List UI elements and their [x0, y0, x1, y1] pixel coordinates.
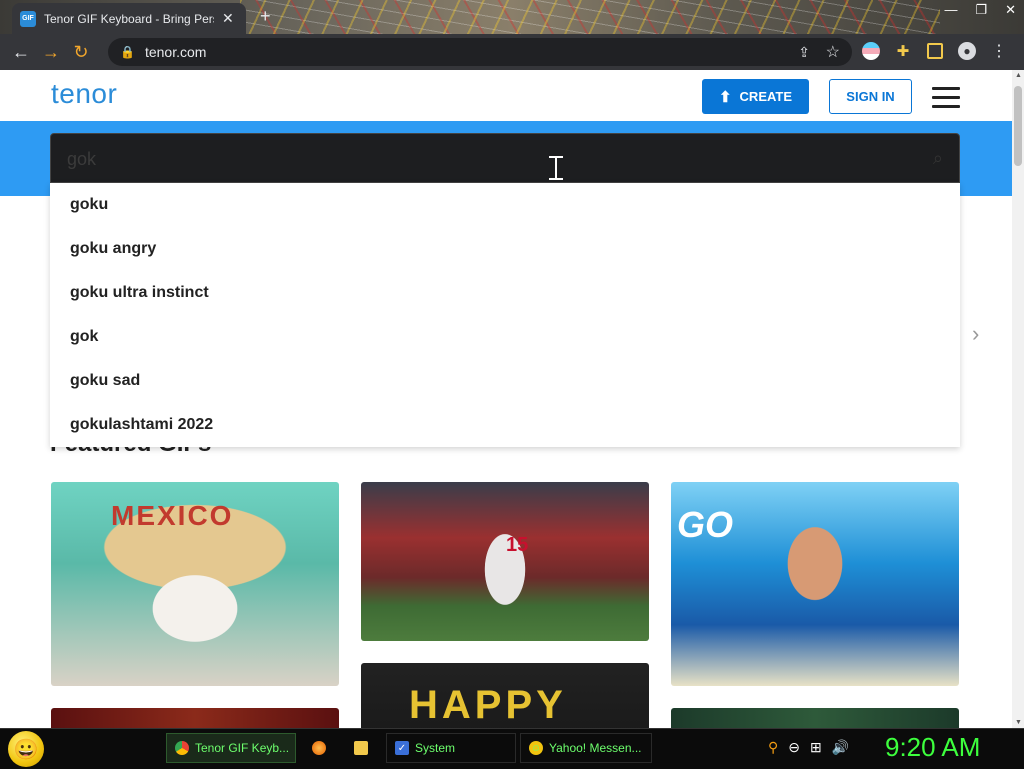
scrollbar-thumb[interactable]: [1014, 86, 1022, 166]
taskbar-item-chrome[interactable]: Tenor GIF Keyb...: [166, 733, 296, 763]
forward-icon[interactable]: →: [36, 42, 66, 63]
suggestion-item[interactable]: goku ultra instinct: [50, 271, 960, 315]
search-box[interactable]: ⌕: [50, 133, 960, 183]
gif-tile[interactable]: [671, 708, 959, 728]
lock-icon[interactable]: 🔒: [120, 45, 135, 59]
system-icon: ✓: [395, 741, 409, 755]
taskbar-item-system[interactable]: ✓ System: [386, 733, 516, 763]
scroll-up-icon[interactable]: ▲: [1015, 72, 1022, 79]
folder-icon: [354, 741, 368, 755]
scroll-down-icon[interactable]: ▼: [1015, 719, 1022, 726]
taskbar-item-label: Tenor GIF Keyb...: [195, 741, 290, 755]
taskbar-item-label: System: [415, 741, 456, 755]
minimize-icon[interactable]: —: [944, 2, 957, 18]
restore-icon[interactable]: ❐: [975, 2, 987, 18]
volume-icon[interactable]: 🔊: [832, 739, 849, 756]
taskbar-clock[interactable]: 9:20 AM: [885, 732, 980, 763]
search-icon[interactable]: ⌕: [933, 148, 943, 169]
upload-icon: ⬆: [718, 88, 732, 106]
web-page: tenor ⬆ CREATE SIGN IN ⌕ goku goku angry…: [0, 70, 1012, 728]
gif-tile[interactable]: [51, 708, 339, 728]
window-close-icon[interactable]: ✕: [1005, 2, 1016, 18]
tab-close-icon[interactable]: ✕: [222, 10, 234, 27]
suggestion-item[interactable]: gok: [50, 315, 960, 359]
taskbar-item-firefox[interactable]: [306, 733, 338, 763]
gif-text: HAPPY: [409, 683, 567, 727]
puzzle-icon[interactable]: ✚: [894, 42, 912, 60]
gif-text: GO: [677, 504, 734, 545]
suggestion-item[interactable]: goku sad: [50, 359, 960, 403]
tab-title: Tenor GIF Keyboard - Bring Personality: [44, 11, 214, 26]
autocomplete-dropdown: goku goku angry goku ultra instinct gok …: [50, 183, 960, 447]
tenor-logo[interactable]: tenor: [51, 78, 117, 110]
create-label: CREATE: [739, 89, 793, 104]
minus-circle-icon[interactable]: ⊖: [788, 739, 800, 756]
create-button[interactable]: ⬆ CREATE: [702, 79, 809, 114]
text-cursor-icon: [547, 156, 565, 180]
browser-tab[interactable]: GIF Tenor GIF Keyboard - Bring Personali…: [12, 3, 246, 34]
chrome-icon: [175, 741, 189, 755]
suggestion-item[interactable]: goku: [50, 183, 960, 227]
browser-toolbar: ← → ↻ 🔒 tenor.com ⇪ ☆ ✚ ● ⋮: [0, 34, 1024, 70]
search-icon[interactable]: ⚲: [768, 739, 778, 756]
system-tray: ⚲ ⊖ ⊞ 🔊: [768, 739, 849, 756]
extension-area: ✚ ● ⋮: [862, 42, 1008, 60]
os-taskbar: 😀 Tenor GIF Keyb... ✓ System ☺ Yahoo! Me…: [0, 728, 1024, 769]
chevron-right-icon[interactable]: ›: [972, 321, 979, 347]
window-controls: — ❐ ✕: [944, 2, 1016, 18]
taskbar-item-label: Yahoo! Messen...: [549, 741, 642, 755]
sign-in-button[interactable]: SIGN IN: [829, 79, 912, 114]
browser-tab-strip: GIF Tenor GIF Keyboard - Bring Personali…: [0, 0, 1024, 34]
network-icon[interactable]: ⊞: [810, 739, 822, 756]
gif-tile-football-player[interactable]: 15: [361, 482, 649, 641]
taskbar-item-yahoo-messenger[interactable]: ☺ Yahoo! Messen...: [520, 733, 652, 763]
suggestion-item[interactable]: gokulashtami 2022: [50, 403, 960, 447]
tenor-favicon-icon: GIF: [20, 10, 36, 27]
extension-flag-icon[interactable]: [862, 42, 880, 60]
search-input[interactable]: [65, 144, 889, 174]
back-icon[interactable]: ←: [6, 42, 36, 63]
gif-tile-dog-sombrero[interactable]: MEXICO: [51, 482, 339, 686]
star-icon[interactable]: ☆: [826, 42, 840, 62]
yahoo-smiley-icon: ☺: [529, 741, 543, 755]
gif-text: 15: [506, 534, 529, 556]
profile-icon[interactable]: ●: [958, 42, 976, 60]
hamburger-menu-icon[interactable]: [932, 87, 960, 114]
reload-icon[interactable]: ↻: [66, 42, 96, 63]
address-bar[interactable]: 🔒 tenor.com ⇪ ☆: [108, 38, 852, 66]
suggestion-item[interactable]: goku angry: [50, 227, 960, 271]
gif-text: MEXICO: [111, 500, 234, 531]
gif-tile-man-microphone[interactable]: GO: [671, 482, 959, 686]
page-scrollbar[interactable]: ▲ ▼: [1012, 70, 1024, 728]
start-button-smiley-icon[interactable]: 😀: [8, 731, 44, 767]
sidepanel-icon[interactable]: [926, 42, 944, 60]
new-tab-icon[interactable]: +: [260, 6, 271, 27]
menu-dots-icon[interactable]: ⋮: [990, 42, 1008, 60]
share-icon[interactable]: ⇪: [798, 44, 810, 61]
theme-background: [240, 0, 940, 34]
taskbar-item-folder[interactable]: [348, 733, 380, 763]
firefox-icon: [312, 741, 326, 755]
gif-tile-happy[interactable]: HAPPY: [361, 663, 649, 728]
url-text[interactable]: tenor.com: [145, 44, 206, 60]
